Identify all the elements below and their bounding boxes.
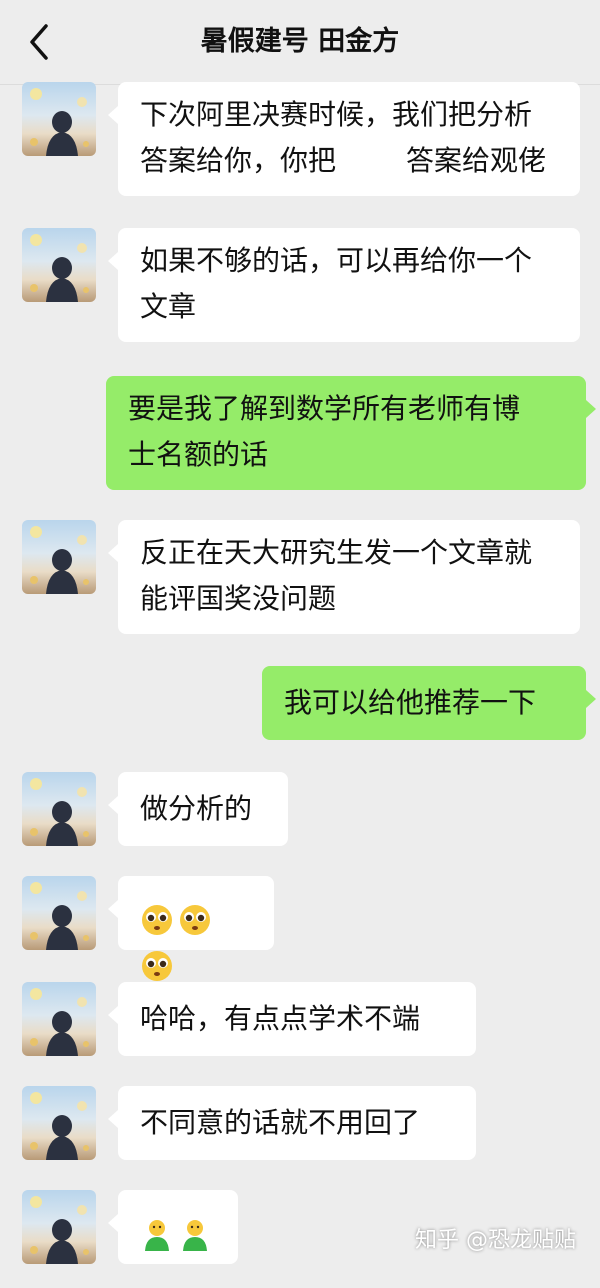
message-text: 哈哈，有点点学术不端 xyxy=(140,1002,421,1035)
person-emoji xyxy=(145,1220,169,1251)
message-bubble[interactable]: 我可以给他推荐一下 xyxy=(262,666,596,740)
message-text: 反正在天大研究生发一个文章就 xyxy=(140,536,533,569)
watermark: 知乎 @恐龙贴贴 xyxy=(415,1228,576,1253)
message-text: 如果不够的话，可以再给你一个 xyxy=(140,244,533,277)
message-text: 不同意的话就不用回了 xyxy=(140,1106,421,1139)
message-bubble[interactable]: 要是我了解到数学所有老师有博 士名额的话 xyxy=(106,376,596,490)
message-bubble[interactable]: 做分析的 xyxy=(108,772,288,846)
avatar[interactable] xyxy=(22,82,96,156)
message-bubble[interactable] xyxy=(108,1190,238,1264)
avatar[interactable] xyxy=(22,1086,96,1160)
avatar[interactable] xyxy=(22,772,96,846)
message-text: 要是我了解到数学所有老师有博 xyxy=(128,392,521,425)
avatar[interactable] xyxy=(22,876,96,950)
pleading-face-emoji xyxy=(142,951,172,981)
message-text: 能评国奖没问题 xyxy=(140,582,337,615)
message-bubble[interactable]: 下次阿里决赛时候，我们把分析 答案给你，你把 答案给观佬 xyxy=(108,82,580,196)
chat-header: 暑假建号 田金方 xyxy=(0,0,600,85)
person-emoji xyxy=(183,1220,207,1251)
avatar[interactable] xyxy=(22,1190,96,1264)
pleading-face-emoji xyxy=(142,905,172,935)
message-text: 文章 xyxy=(140,290,197,323)
message-text: 答案给观佬 xyxy=(406,144,547,177)
message-text: 答案给你，你把 xyxy=(140,144,337,177)
message-bubble[interactable]: 如果不够的话，可以再给你一个 文章 xyxy=(108,228,580,342)
avatar[interactable] xyxy=(22,982,96,1056)
message-text: 下次阿里决赛时候，我们把分析 xyxy=(140,98,533,131)
avatar[interactable] xyxy=(22,228,96,302)
avatar[interactable] xyxy=(22,520,96,594)
pleading-face-emoji xyxy=(180,905,210,935)
message-text: 做分析的 xyxy=(140,792,253,825)
message-bubble[interactable]: 反正在天大研究生发一个文章就 能评国奖没问题 xyxy=(108,520,580,634)
message-bubble[interactable] xyxy=(108,876,274,981)
message-bubble[interactable]: 哈哈，有点点学术不端 xyxy=(108,982,476,1056)
message-text: 士名额的话 xyxy=(128,438,269,471)
chat-title[interactable]: 暑假建号 田金方 xyxy=(0,0,600,84)
message-text: 我可以给他推荐一下 xyxy=(284,686,537,719)
message-bubble[interactable]: 不同意的话就不用回了 xyxy=(108,1086,476,1160)
